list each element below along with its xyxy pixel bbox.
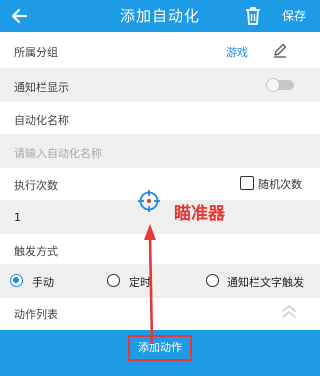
notify-label: 通知栏显示: [14, 81, 69, 94]
page-title: 添加自动化: [119, 7, 200, 25]
crosshair-icon[interactable]: [138, 190, 160, 212]
exec-count-value: 1: [14, 211, 21, 224]
random-count-checkbox[interactable]: [240, 176, 254, 190]
collapse-icon[interactable]: [280, 302, 298, 320]
radio-notification-text[interactable]: [206, 274, 219, 287]
notify-row: 通知栏显示: [0, 68, 320, 102]
group-label: 所属分组: [14, 46, 58, 59]
actions-label: 动作列表: [14, 308, 58, 321]
exec-label: 执行次数: [14, 179, 58, 192]
radio-notification-text-label[interactable]: 通知栏文字触发: [227, 274, 304, 290]
random-count-label[interactable]: 随机次数: [258, 176, 302, 192]
name-input[interactable]: 请输入自动化名称: [0, 134, 320, 168]
group-row[interactable]: 所属分组 游戏: [0, 32, 320, 68]
group-value[interactable]: 游戏: [226, 44, 248, 60]
save-button[interactable]: 保存: [282, 0, 306, 32]
name-label: 自动化名称: [14, 114, 69, 127]
exec-row: 执行次数 随机次数: [0, 168, 320, 200]
radio-manual[interactable]: [10, 274, 23, 287]
app-bar: 添加自动化 保存: [0, 0, 320, 32]
name-placeholder: 请输入自动化名称: [14, 147, 102, 160]
trigger-label: 触发方式: [14, 245, 58, 258]
notify-toggle[interactable]: [266, 78, 296, 92]
trash-icon[interactable]: [244, 6, 262, 26]
edit-icon[interactable]: [272, 42, 288, 58]
radio-timed[interactable]: [107, 274, 120, 287]
annotation-arrow: [144, 224, 156, 344]
name-label-row: 自动化名称: [0, 102, 320, 134]
reticle-annotation-label: 瞄准器: [174, 204, 225, 224]
radio-manual-label[interactable]: 手动: [32, 274, 54, 290]
